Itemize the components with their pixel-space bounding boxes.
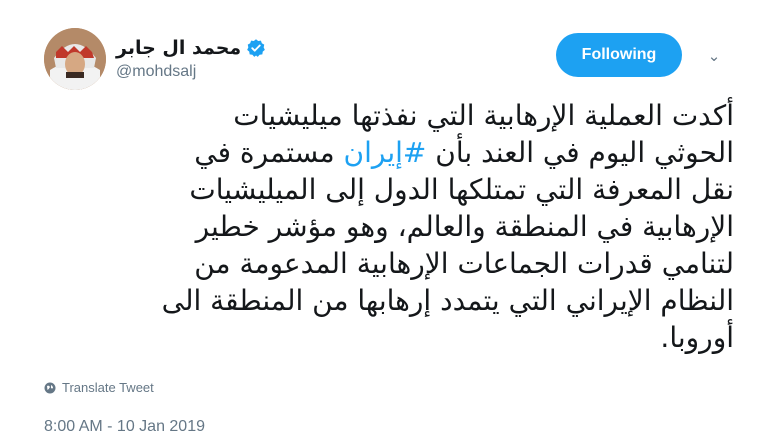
tweet-header: محمد ال جابر @mohdsalj bbox=[44, 28, 266, 90]
tweet-text: أكدت العملية الإرهابية التي نفذتها ميليش… bbox=[44, 97, 734, 356]
tweet-line-2-post: مستمرة في bbox=[194, 136, 344, 169]
tweet-line-4: الإرهابية في المنطقة والعالم، وهو مؤشر خ… bbox=[195, 210, 734, 243]
tweet-line-2-pre: الحوثي اليوم في العند بأن bbox=[426, 136, 734, 169]
tweet-line-5: لتنامي قدرات الجماعات الإرهابية المدعومة… bbox=[194, 247, 734, 280]
author-names: محمد ال جابر @mohdsalj bbox=[116, 37, 266, 81]
tweet-line-3: نقل المعرفة التي تمتلكها الدول إلى الميل… bbox=[189, 173, 734, 206]
globe-icon bbox=[44, 382, 56, 394]
author-handle[interactable]: @mohdsalj bbox=[116, 63, 196, 81]
hashtag-link[interactable]: #إيران bbox=[344, 136, 427, 169]
tweet-line-6: النظام الإيراني التي يتمدد إرهابها من ال… bbox=[161, 284, 734, 317]
translate-tweet-link[interactable]: Translate Tweet bbox=[44, 380, 154, 395]
avatar[interactable] bbox=[44, 28, 106, 90]
author-display-name[interactable]: محمد ال جابر bbox=[116, 37, 241, 59]
tweet-timestamp[interactable]: 8:00 AM - 10 Jan 2019 bbox=[44, 418, 205, 436]
verified-badge-icon bbox=[246, 38, 266, 58]
tweet-line-1: أكدت العملية الإرهابية التي نفذتها ميليش… bbox=[233, 99, 734, 132]
avatar-image bbox=[44, 28, 106, 90]
tweet-line-7: أوروبا. bbox=[660, 321, 734, 354]
translate-label: Translate Tweet bbox=[62, 380, 154, 395]
chevron-down-icon[interactable]: ⌄ bbox=[706, 49, 722, 64]
following-button[interactable]: Following bbox=[556, 33, 682, 77]
name-row: محمد ال جابر bbox=[116, 37, 266, 59]
